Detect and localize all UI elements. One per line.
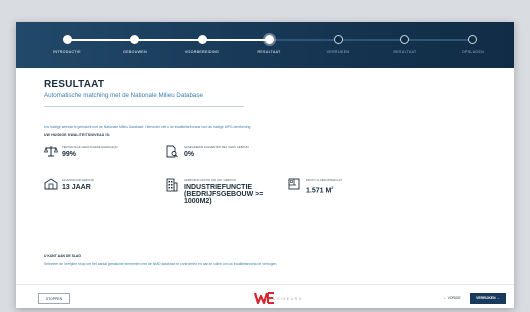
step-dot-resultaat-2 [400,35,409,44]
quality-level-heading: UW HUIDIGE KWALITEITSNIVEAU IS: [44,133,111,137]
stat-function-value: INDUSTRIEFUNCTIE (BEDRIJFSGEBOUW >= 1000… [184,184,264,205]
stepper-track-done [67,39,269,41]
stat-function: GEBRUIKSFUNCTIE VAN HET GEBOUW INDUSTRIE… [166,178,286,214]
step-dot-voorbereiding[interactable] [198,35,207,44]
step-dot-resultaat[interactable] [265,35,274,44]
building-icon [44,178,58,190]
floorplan-icon [288,178,300,190]
stat-area: BRUTO VLOEROPPERVLAK 1.571 M2 [288,178,398,198]
enrich-button[interactable]: VERRIJKEN → [470,293,506,304]
next-steps-heading: U KUNT AAN DE SLAG [44,254,81,258]
stat-area-unit: 2 [331,185,334,190]
back-button[interactable]: ← VORIGE [434,293,470,304]
stat-unmatched-value: 0% [184,151,195,158]
stat-area-number: 1.571 M [306,187,332,195]
arrow-right-icon: → [496,296,500,300]
page-subtitle: Automatische matching met de Nationale M… [44,92,203,99]
logo-wordmark: ADVISEURS [269,297,303,301]
progress-stepper: INTRODUCTIE GEBOUWEN VOORBEREIDING RESUL… [16,22,514,68]
back-button-label: VORIGE [447,296,461,300]
step-dot-verrijken [334,35,343,44]
step-label-resultaat: RESULTAAT [257,50,281,54]
stat-matched-value: 99% [62,151,77,158]
stat-area-value: 1.571 M2 [306,184,334,194]
stat-lifespan: LEVENSDUUR GEBOUW 13 JAAR [44,178,164,198]
office-building-icon [166,178,178,192]
enrich-button-label: VERRIJKEN [476,296,496,300]
stat-area-label: BRUTO VLOEROPPERVLAK [306,179,343,182]
intro-text: Uw huidige selectie is gematcht met de N… [44,125,252,129]
stepper-track-pending [269,39,473,41]
stop-button[interactable]: STOPPEN [38,293,70,304]
stat-lifespan-value: 13 JAAR [62,184,91,191]
stat-matched: PERCENTAGE GEMATCHEDE ENERGIE(S) 99% [44,145,164,165]
step-dot-introductie[interactable] [63,35,72,44]
step-dot-opslagen [468,35,477,44]
stat-unmatched: GENEGEERDE ELEMENTEN MET GEEN GEBRUIK 0% [166,145,306,165]
footer-divider [16,284,514,285]
wizard-card: INTRODUCTIE GEBOUWEN VOORBEREIDING RESUL… [16,22,514,308]
arrow-left-icon: ← [443,296,447,300]
stat-function-label: GEBRUIKSFUNCTIE VAN HET GEBOUW [184,179,236,182]
step-dot-gebouwen[interactable] [130,35,139,44]
step-label-opslagen: OPSLAGEN [461,50,485,54]
scale-icon [44,146,58,157]
stat-lifespan-label: LEVENSDUUR GEBOUW [62,179,94,182]
page-title: RESULTAAT [44,79,105,90]
stat-unmatched-label: GENEGEERDE ELEMENTEN MET GEEN GEBRUIK [184,146,250,149]
title-divider [44,106,244,107]
stat-matched-label: PERCENTAGE GEMATCHEDE ENERGIE(S) [62,146,118,149]
document-search-icon [166,145,178,158]
next-steps-text: Selecteer de Verrijken knop om het aanta… [44,262,278,266]
